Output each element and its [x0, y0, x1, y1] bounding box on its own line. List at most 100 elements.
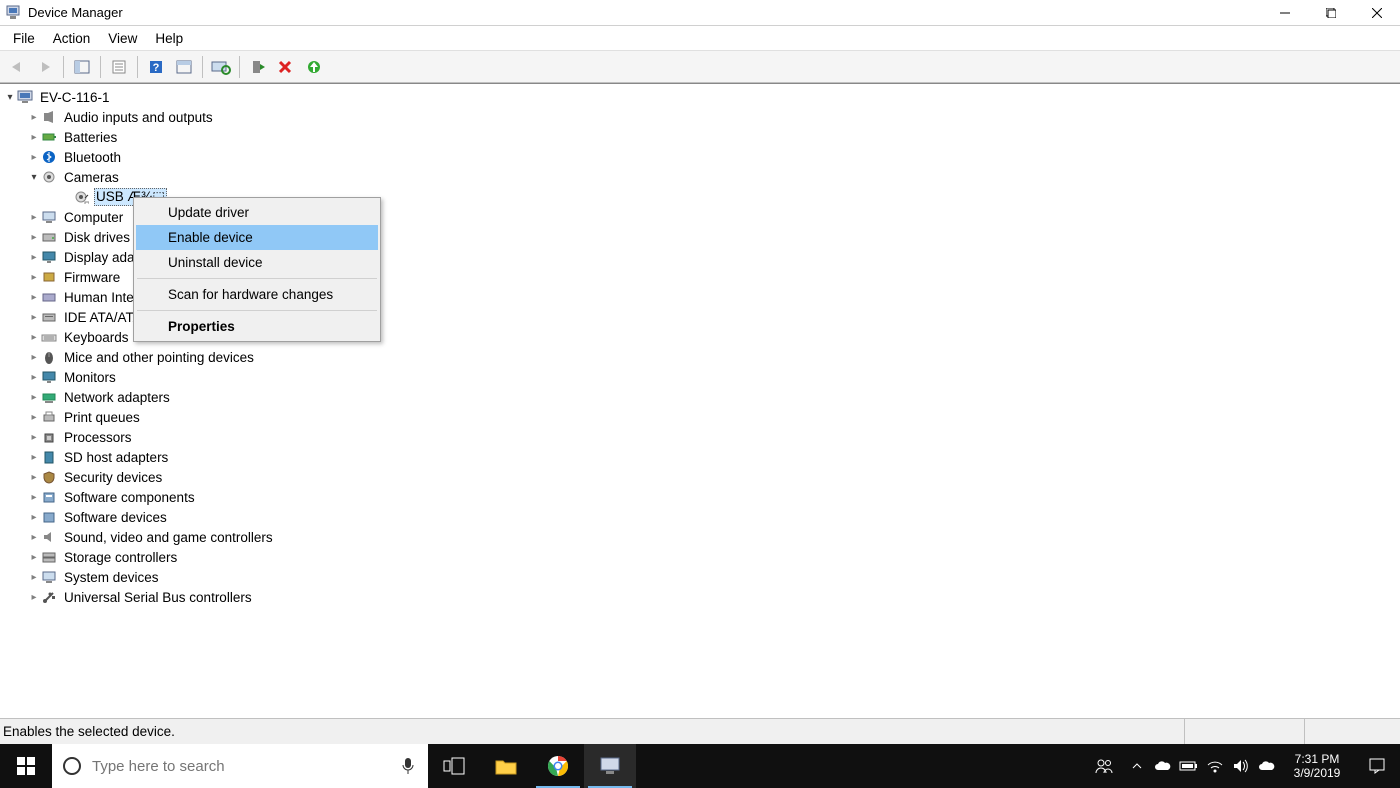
expand-arrow-icon[interactable] — [28, 332, 40, 343]
tree-category[interactable]: Sound, video and game controllers — [0, 527, 1400, 547]
expand-arrow-icon[interactable] — [28, 352, 40, 363]
expand-arrow-icon[interactable] — [28, 132, 40, 143]
enable-device-button[interactable] — [245, 54, 271, 80]
status-text: Enables the selected device. — [3, 724, 175, 739]
toolbar-sep — [100, 56, 101, 78]
expand-arrow-icon[interactable] — [28, 532, 40, 543]
start-button[interactable] — [0, 744, 52, 788]
computer-icon — [16, 89, 34, 105]
context-menu-item[interactable]: Properties — [136, 314, 378, 339]
expand-arrow-icon[interactable] — [28, 232, 40, 243]
tree-category[interactable]: System devices — [0, 567, 1400, 587]
scan-hardware-button[interactable] — [208, 54, 234, 80]
onedrive-icon[interactable] — [1150, 744, 1176, 788]
toolbar: ? — [0, 51, 1400, 83]
wifi-icon[interactable] — [1202, 744, 1228, 788]
expand-arrow-icon[interactable] — [28, 472, 40, 483]
mic-icon[interactable] — [388, 757, 428, 775]
expand-arrow-icon[interactable] — [28, 592, 40, 603]
tree-category-label: Sound, video and game controllers — [62, 529, 275, 546]
tree-category[interactable]: SD host adapters — [0, 447, 1400, 467]
expand-arrow-icon[interactable] — [28, 152, 40, 163]
expand-arrow-icon[interactable] — [28, 172, 40, 183]
toolbar-sep — [63, 56, 64, 78]
tree-category[interactable]: Cameras — [0, 167, 1400, 187]
expand-arrow-icon[interactable] — [28, 452, 40, 463]
cloud-icon[interactable] — [1254, 744, 1280, 788]
expand-arrow-icon[interactable] — [4, 92, 16, 103]
expand-arrow-icon[interactable] — [28, 572, 40, 583]
volume-icon[interactable] — [1228, 744, 1254, 788]
tree-category-label: Network adapters — [62, 389, 172, 406]
tree-category[interactable]: Mice and other pointing devices — [0, 347, 1400, 367]
taskbar-file-explorer[interactable] — [480, 744, 532, 788]
battery-icon[interactable] — [1176, 744, 1202, 788]
update-driver-button[interactable] — [301, 54, 327, 80]
expand-arrow-icon[interactable] — [28, 312, 40, 323]
tray-overflow-icon[interactable] — [1124, 744, 1150, 788]
tree-category[interactable]: Storage controllers — [0, 547, 1400, 567]
expand-arrow-icon[interactable] — [28, 392, 40, 403]
expand-arrow-icon[interactable] — [28, 252, 40, 263]
devicemanager-icon — [4, 4, 22, 22]
tree-category[interactable]: Security devices — [0, 467, 1400, 487]
properties-button[interactable] — [106, 54, 132, 80]
expand-arrow-icon[interactable] — [28, 432, 40, 443]
expand-arrow-icon[interactable] — [28, 412, 40, 423]
search-box[interactable] — [52, 744, 428, 788]
expand-arrow-icon[interactable] — [28, 512, 40, 523]
context-menu-item[interactable]: Enable device — [136, 225, 378, 250]
tree-category-label: Storage controllers — [62, 549, 179, 566]
menu-file[interactable]: File — [4, 28, 44, 49]
taskbar-clock[interactable]: 7:31 PM 3/9/2019 — [1280, 752, 1354, 780]
context-menu-item[interactable]: Scan for hardware changes — [136, 282, 378, 307]
hid-icon — [40, 289, 58, 305]
help-button[interactable]: ? — [143, 54, 169, 80]
tree-root-label: EV-C-116-1 — [38, 89, 112, 106]
device-tree[interactable]: EV-C-116-1 Audio inputs and outputsBatte… — [0, 83, 1400, 718]
menu-help[interactable]: Help — [146, 28, 192, 49]
clock-date: 3/9/2019 — [1294, 766, 1341, 780]
network-icon — [40, 389, 58, 405]
tree-category[interactable]: Monitors — [0, 367, 1400, 387]
maximize-button[interactable] — [1308, 0, 1354, 26]
expand-arrow-icon[interactable] — [28, 272, 40, 283]
tree-root[interactable]: EV-C-116-1 — [0, 87, 1400, 107]
menu-view[interactable]: View — [99, 28, 146, 49]
close-button[interactable] — [1354, 0, 1400, 26]
forward-button — [32, 54, 58, 80]
people-icon[interactable] — [1084, 744, 1124, 788]
tree-category[interactable]: Software components — [0, 487, 1400, 507]
uninstall-button[interactable] — [273, 54, 299, 80]
tree-category[interactable]: Print queues — [0, 407, 1400, 427]
show-hide-button[interactable] — [69, 54, 95, 80]
expand-arrow-icon[interactable] — [28, 552, 40, 563]
context-menu-item[interactable]: Uninstall device — [136, 250, 378, 275]
tree-category[interactable]: Universal Serial Bus controllers — [0, 587, 1400, 607]
expand-arrow-icon[interactable] — [28, 292, 40, 303]
tree-category[interactable]: Bluetooth — [0, 147, 1400, 167]
tree-category-label: Print queues — [62, 409, 142, 426]
minimize-button[interactable] — [1262, 0, 1308, 26]
search-input[interactable] — [92, 758, 388, 775]
cortana-icon[interactable] — [52, 756, 92, 776]
tree-category[interactable]: Processors — [0, 427, 1400, 447]
taskbar-device-manager[interactable] — [584, 744, 636, 788]
tree-category-label: Disk drives — [62, 229, 132, 246]
action-button[interactable] — [171, 54, 197, 80]
expand-arrow-icon[interactable] — [28, 372, 40, 383]
expand-arrow-icon[interactable] — [28, 212, 40, 223]
tree-category[interactable]: Audio inputs and outputs — [0, 107, 1400, 127]
tree-category[interactable]: Software devices — [0, 507, 1400, 527]
context-menu-item[interactable]: Update driver — [136, 200, 378, 225]
notifications-button[interactable] — [1354, 757, 1400, 775]
menu-action[interactable]: Action — [44, 28, 100, 49]
battery-icon — [40, 129, 58, 145]
expand-arrow-icon[interactable] — [28, 112, 40, 123]
tree-category[interactable]: Network adapters — [0, 387, 1400, 407]
taskbar-chrome[interactable] — [532, 744, 584, 788]
tree-category[interactable]: Batteries — [0, 127, 1400, 147]
taskview-button[interactable] — [428, 744, 480, 788]
expand-arrow-icon[interactable] — [28, 492, 40, 503]
printer-icon — [40, 409, 58, 425]
